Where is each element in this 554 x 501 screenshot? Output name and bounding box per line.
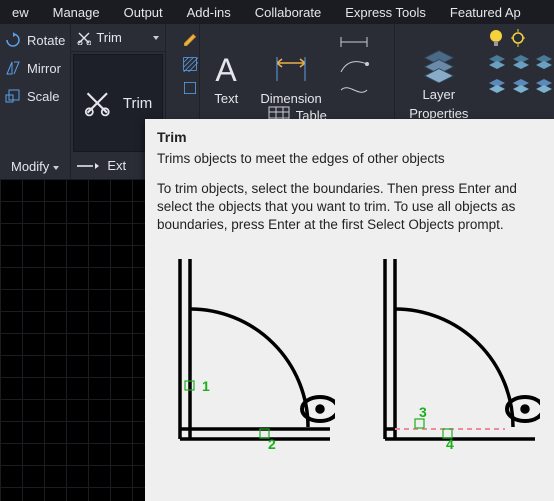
bulb-on-icon[interactable] xyxy=(488,28,504,48)
spline-icon xyxy=(339,82,369,98)
trim-big-label: Trim xyxy=(123,95,152,112)
extend-icon xyxy=(77,159,99,173)
fig-num-2: 2 xyxy=(268,436,276,449)
leader-icon xyxy=(339,58,369,74)
fig-num-4: 4 xyxy=(446,436,454,449)
svg-text:A: A xyxy=(216,52,238,87)
menu-manage[interactable]: Manage xyxy=(41,2,112,23)
layer-label1: Layer xyxy=(423,87,456,102)
text-label: Text xyxy=(214,91,238,106)
centerline-button[interactable] xyxy=(334,80,374,100)
chevron-down-icon xyxy=(153,36,159,40)
mirror-icon xyxy=(5,60,21,76)
panel-title-modify[interactable]: Modify xyxy=(0,156,70,179)
tooltip-trim: Trim Trims objects to meet the edges of … xyxy=(145,119,554,501)
text-icon: A xyxy=(208,51,244,87)
extend-label: Ext xyxy=(107,158,126,173)
menu-express-tools[interactable]: Express Tools xyxy=(333,2,438,23)
scissors-icon xyxy=(77,31,91,45)
dimension-icon xyxy=(273,51,309,87)
tooltip-title: Trim xyxy=(157,129,542,145)
canvas-grid xyxy=(0,179,145,501)
menu-view[interactable]: ew xyxy=(0,2,41,23)
linear-dim-button[interactable] xyxy=(334,32,374,52)
menu-featured-apps[interactable]: Featured Ap xyxy=(438,2,533,23)
menu-output[interactable]: Output xyxy=(112,2,175,23)
tooltip-fig-before: 1 2 xyxy=(160,249,335,454)
rotate-button[interactable]: Rotate xyxy=(3,26,67,54)
mirror-label: Mirror xyxy=(27,61,61,76)
tooltip-fig-after: 3 4 xyxy=(365,249,540,454)
tooltip-figures: 1 2 3 4 xyxy=(157,249,542,454)
scale-label: Scale xyxy=(27,89,60,104)
menu-collaborate[interactable]: Collaborate xyxy=(243,2,334,23)
layer-swatch-4[interactable] xyxy=(488,78,505,96)
linear-icon xyxy=(339,34,369,50)
tooltip-subtitle: Trims objects to meet the edges of other… xyxy=(157,151,542,166)
layer-swatch-6[interactable] xyxy=(535,78,552,96)
mirror-button[interactable]: Mirror xyxy=(3,54,67,82)
menu-addins[interactable]: Add-ins xyxy=(175,2,243,23)
drawing-canvas[interactable] xyxy=(0,179,145,501)
dimension-button[interactable]: Dimension xyxy=(252,28,329,106)
scale-button[interactable]: Scale xyxy=(3,82,67,110)
layer-swatch-3[interactable] xyxy=(535,54,552,72)
scissors-large-icon xyxy=(84,88,111,118)
leader-button[interactable] xyxy=(334,56,374,76)
tooltip-body: To trim objects, select the boundaries. … xyxy=(157,180,542,235)
fig-num-3: 3 xyxy=(419,404,427,420)
sun-icon[interactable] xyxy=(510,28,526,48)
rotate-icon xyxy=(5,32,21,48)
fig-num-1: 1 xyxy=(202,378,210,394)
dimension-label: Dimension xyxy=(260,91,321,106)
scale-icon xyxy=(5,88,21,104)
menubar: ew Manage Output Add-ins Collaborate Exp… xyxy=(0,0,554,24)
layer-properties-button[interactable]: Layer xyxy=(395,24,482,102)
trim-split-button[interactable]: Trim xyxy=(71,24,165,52)
trim-header-label: Trim xyxy=(96,30,122,45)
layer-swatch-5[interactable] xyxy=(512,78,529,96)
layer-swatch-2[interactable] xyxy=(512,54,529,72)
layers-icon xyxy=(421,47,457,83)
rotate-label: Rotate xyxy=(27,33,65,48)
layer-swatch-1[interactable] xyxy=(488,54,505,72)
text-button[interactable]: A Text xyxy=(200,28,252,106)
panel-modify: Rotate Mirror Scale Modify xyxy=(0,24,70,179)
